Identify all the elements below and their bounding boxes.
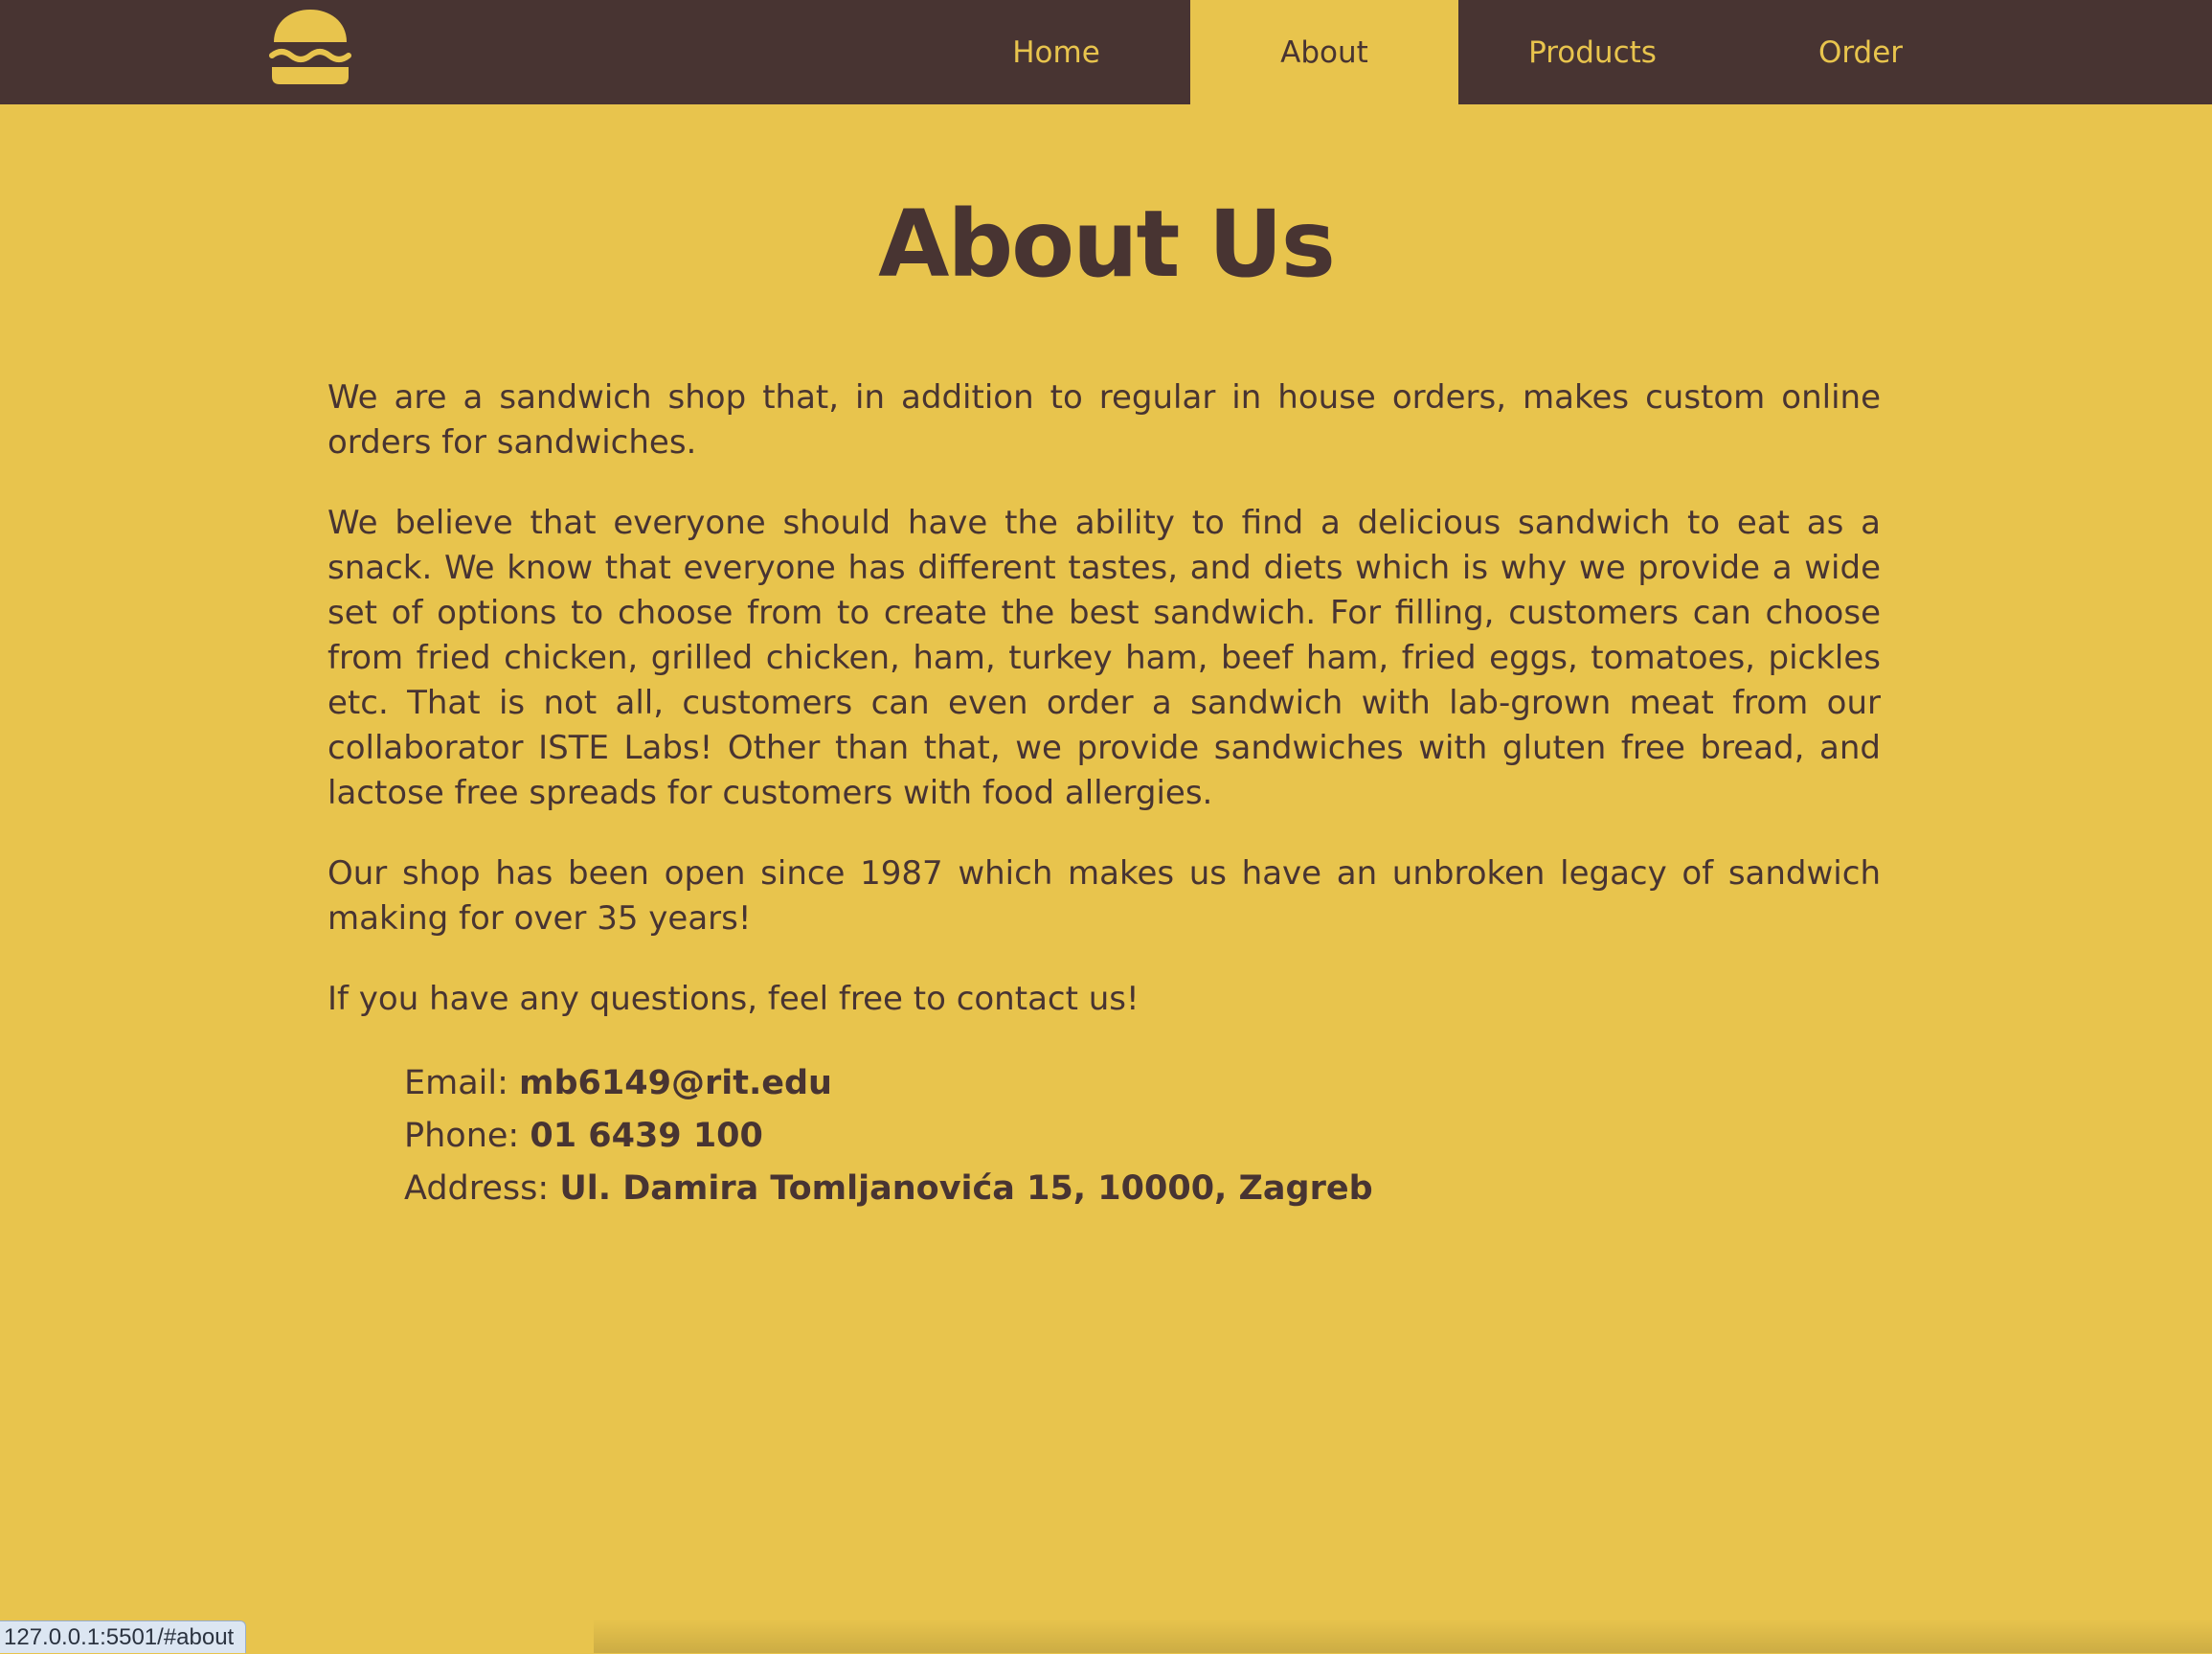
burger-icon[interactable] — [268, 8, 352, 86]
nav-home[interactable]: Home — [922, 0, 1190, 104]
status-bar-url: 127.0.0.1:5501/#about — [0, 1620, 247, 1653]
email-label: Email: — [404, 1064, 520, 1102]
phone-label: Phone: — [404, 1117, 530, 1155]
address-value: Ul. Damira Tomljanovića 15, 10000, Zagre… — [559, 1169, 1373, 1208]
top-navbar: Home About Products Order — [0, 0, 2212, 104]
history-paragraph: Our shop has been open since 1987 which … — [327, 854, 1881, 938]
nav-about[interactable]: About — [1190, 0, 1458, 104]
contact-list: Email: mb6149@rit.edu Phone: 01 6439 100… — [327, 1057, 1881, 1215]
address-label: Address: — [404, 1169, 560, 1208]
intro-paragraph: We are a sandwich shop that, in addition… — [327, 378, 1881, 462]
email-value[interactable]: mb6149@rit.edu — [519, 1064, 832, 1102]
nav-products[interactable]: Products — [1458, 0, 1727, 104]
contact-phone: Phone: 01 6439 100 — [404, 1110, 1881, 1163]
phone-value: 01 6439 100 — [530, 1117, 763, 1155]
about-content: We are a sandwich shop that, in addition… — [327, 375, 1881, 1215]
contact-invite-paragraph: If you have any questions, feel free to … — [327, 980, 1140, 1018]
contact-email: Email: mb6149@rit.edu — [404, 1057, 1881, 1110]
page-title: About Us — [878, 191, 1336, 298]
mission-paragraph: We believe that everyone should have the… — [327, 504, 1881, 812]
bottom-shadow — [594, 1619, 2212, 1653]
contact-address: Address: Ul. Damira Tomljanovića 15, 100… — [404, 1163, 1881, 1215]
nav-order[interactable]: Order — [1727, 0, 1995, 104]
